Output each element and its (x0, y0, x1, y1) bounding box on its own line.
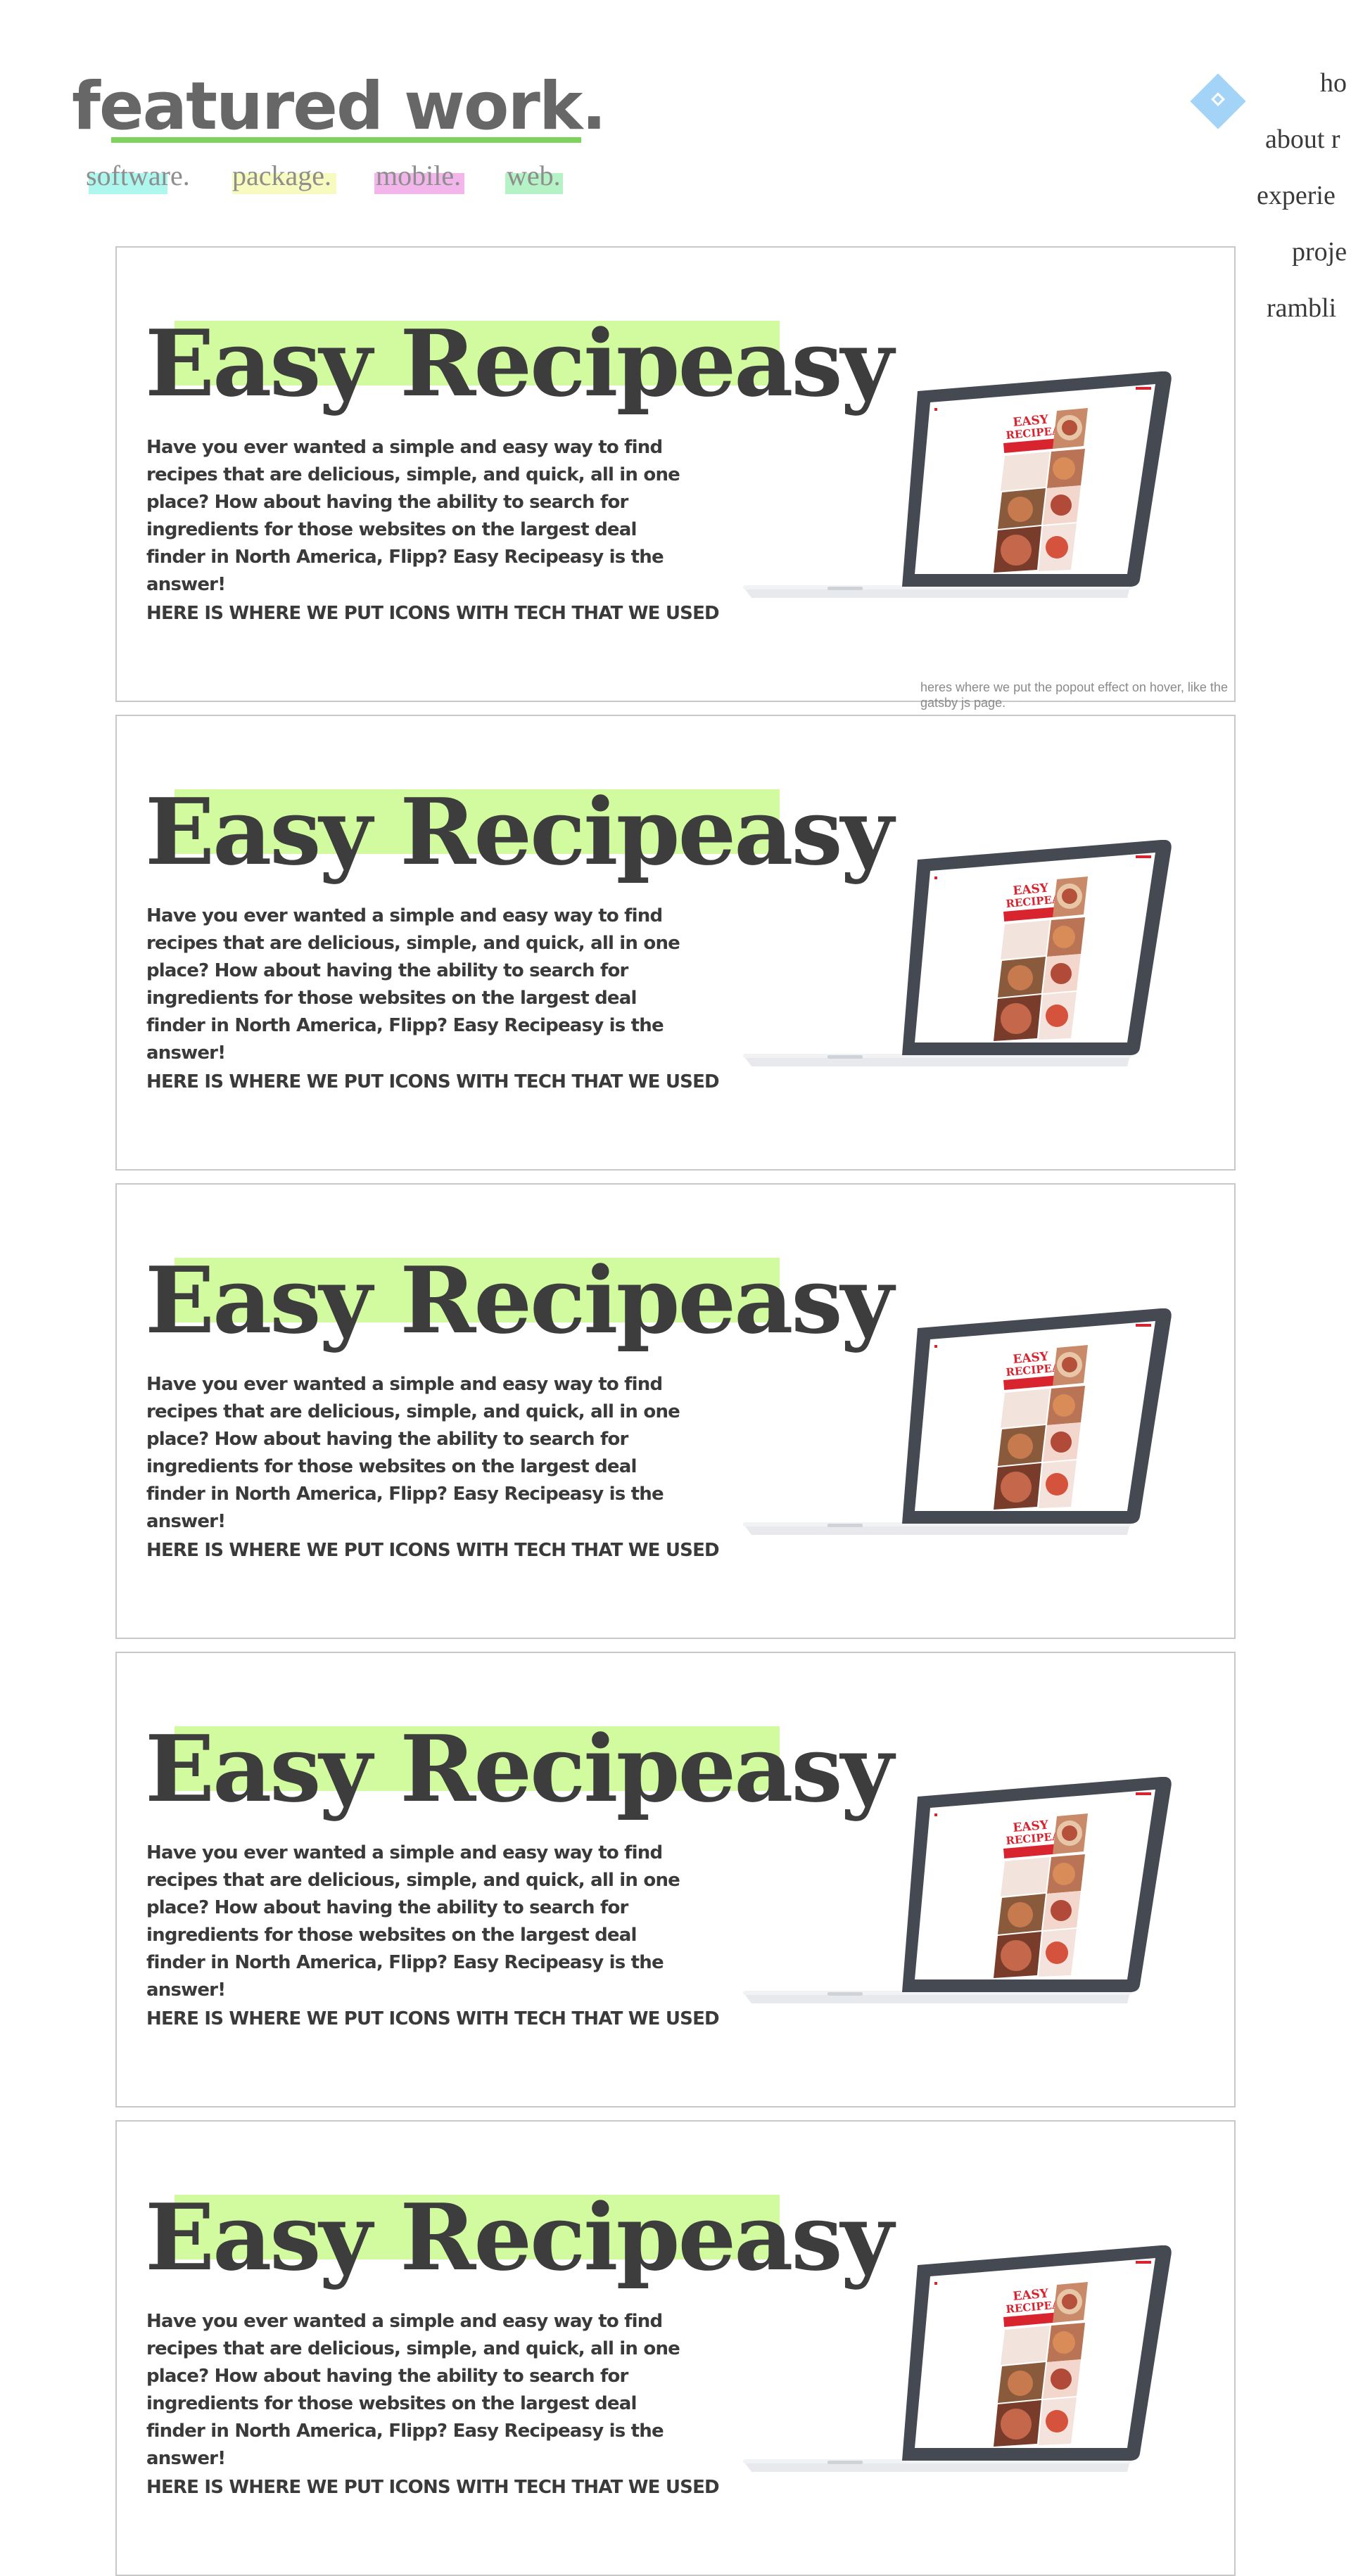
project-description: Have you ever wanted a simple and easy w… (146, 905, 680, 1064)
project-title: Easy Recipeasy (145, 2183, 894, 2291)
category-mobile-label: mobile (376, 160, 455, 191)
project-description: Have you ever wanted a simple and easy w… (146, 437, 680, 595)
category-package-link[interactable]: package. (232, 155, 336, 197)
project-tech-placeholder: HERE IS WHERE WE PUT ICONS WITH TECH THA… (146, 603, 720, 624)
title-underline (111, 137, 581, 143)
project-tech-placeholder: HERE IS WHERE WE PUT ICONS WITH TECH THA… (146, 1540, 720, 1561)
project-title: Easy Recipeasy (145, 310, 894, 417)
category-dot: . (182, 160, 190, 191)
project-tech-placeholder: HERE IS WHERE WE PUT ICONS WITH TECH THA… (146, 1071, 720, 1092)
project-description: Have you ever wanted a simple and easy w… (146, 1842, 680, 2001)
project-tech-placeholder: HERE IS WHERE WE PUT ICONS WITH TECH THA… (146, 2008, 720, 2029)
category-software-label: software (86, 160, 183, 191)
category-software-link[interactable]: software. (86, 155, 190, 197)
project-title: Easy Recipeasy (145, 1246, 894, 1354)
project-card-5[interactable]: Easy Recipeasy Have you ever wanted a si… (115, 2120, 1236, 2576)
nav-item-experience[interactable]: experie (1257, 174, 1336, 217)
project-card-3[interactable]: Easy Recipeasy Have you ever wanted a si… (115, 1183, 1236, 1639)
project-description: Have you ever wanted a simple and easy w… (146, 2311, 680, 2469)
page-title: featured work. (72, 68, 607, 145)
nav-item-home[interactable]: ho (1320, 62, 1347, 104)
nav-item-about[interactable]: about r (1265, 118, 1340, 160)
category-dot: . (553, 160, 561, 191)
category-web-link[interactable]: web. (505, 155, 563, 197)
project-tech-placeholder: HERE IS WHERE WE PUT ICONS WITH TECH THA… (146, 2477, 720, 2498)
category-package-label: package (232, 160, 325, 191)
category-mobile-link[interactable]: mobile. (374, 155, 464, 197)
nav-item-ramblings[interactable]: rambli (1267, 287, 1336, 329)
category-dot: . (454, 160, 462, 191)
category-dot: . (324, 160, 332, 191)
nav-item-projects[interactable]: proje (1292, 231, 1347, 273)
category-web-label: web (507, 160, 554, 191)
diamond-logo-icon[interactable] (1190, 73, 1246, 129)
project-title: Easy Recipeasy (145, 1715, 894, 1823)
project-card-4[interactable]: Easy Recipeasy Have you ever wanted a si… (115, 1652, 1236, 2108)
project-card-1[interactable]: Easy Recipeasy Have you ever wanted a si… (115, 246, 1236, 702)
diamond-logo-inner (1211, 92, 1225, 107)
project-card-2[interactable]: Easy Recipeasy Have you ever wanted a si… (115, 715, 1236, 1171)
project-description: Have you ever wanted a simple and easy w… (146, 1374, 680, 1532)
hover-note: heres where we put the popout effect on … (920, 680, 1228, 710)
project-title: Easy Recipeasy (145, 778, 894, 886)
